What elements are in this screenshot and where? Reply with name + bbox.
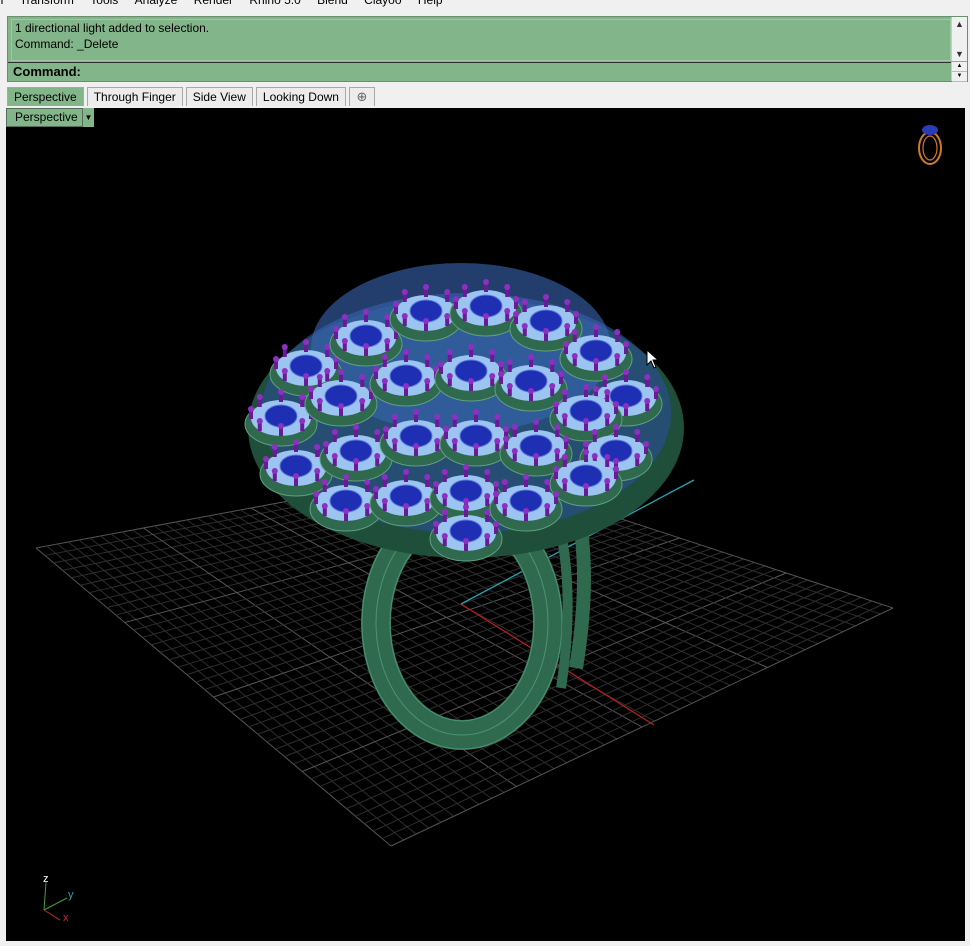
scroll-down-icon[interactable]: ▼ [952, 47, 967, 61]
scroll-up-icon[interactable]: ▲ [952, 17, 967, 31]
command-history-line: Command: _Delete [15, 37, 119, 51]
menu-item-rhino[interactable]: Rhino 5.0 [249, 0, 300, 8]
command-history-line: 1 directional light added to selection. [15, 21, 210, 35]
perspective-viewport[interactable]: Perspective ▼ z y x [6, 108, 965, 941]
add-tab-button[interactable]: ⊕ [348, 87, 375, 106]
command-spinner[interactable]: ▲ ▼ [951, 62, 967, 82]
axis-z-label: z [43, 873, 49, 885]
tab-looking-down[interactable]: Looking Down [255, 87, 346, 106]
menu-item-render[interactable]: Render [194, 0, 233, 8]
command-history-scrollbar[interactable]: ▲ ▼ [951, 17, 967, 61]
menu-item-transform[interactable]: Transform [20, 0, 74, 8]
tab-perspective[interactable]: Perspective [7, 87, 84, 106]
chevron-down-icon[interactable]: ▼ [82, 108, 94, 127]
axes-indicator-icon: z y x [43, 873, 74, 924]
menu-bar: on Transform Tools Analyze Render Rhino … [0, 0, 970, 8]
tab-side-view[interactable]: Side View [185, 87, 253, 106]
ring-thumbnail-icon [918, 125, 942, 165]
status-strip [0, 941, 970, 946]
spin-up-icon[interactable]: ▲ [952, 62, 967, 72]
menu-item-clayoo[interactable]: Clayoo [364, 0, 401, 8]
menu-item-blend[interactable]: Blend [317, 0, 348, 8]
command-area: 1 directional light added to selection. … [7, 16, 968, 82]
axis-x-label: x [63, 912, 69, 924]
menu-item-on[interactable]: on [0, 0, 3, 8]
menu-item-help[interactable]: Help [418, 0, 443, 8]
axis-y-label: y [68, 889, 74, 901]
tab-through-finger[interactable]: Through Finger [86, 87, 183, 106]
mouse-cursor-icon [646, 349, 660, 369]
spin-down-icon[interactable]: ▼ [952, 72, 967, 82]
viewport-title[interactable]: Perspective [6, 108, 94, 127]
viewport-scene [35, 263, 894, 847]
command-history: 1 directional light added to selection. … [11, 19, 951, 61]
menu-item-tools[interactable]: Tools [90, 0, 118, 8]
command-input[interactable]: Command: [8, 62, 953, 81]
menu-item-analyze[interactable]: Analyze [135, 0, 178, 8]
viewport-tabs: Perspective Through Finger Side View Loo… [7, 87, 378, 107]
